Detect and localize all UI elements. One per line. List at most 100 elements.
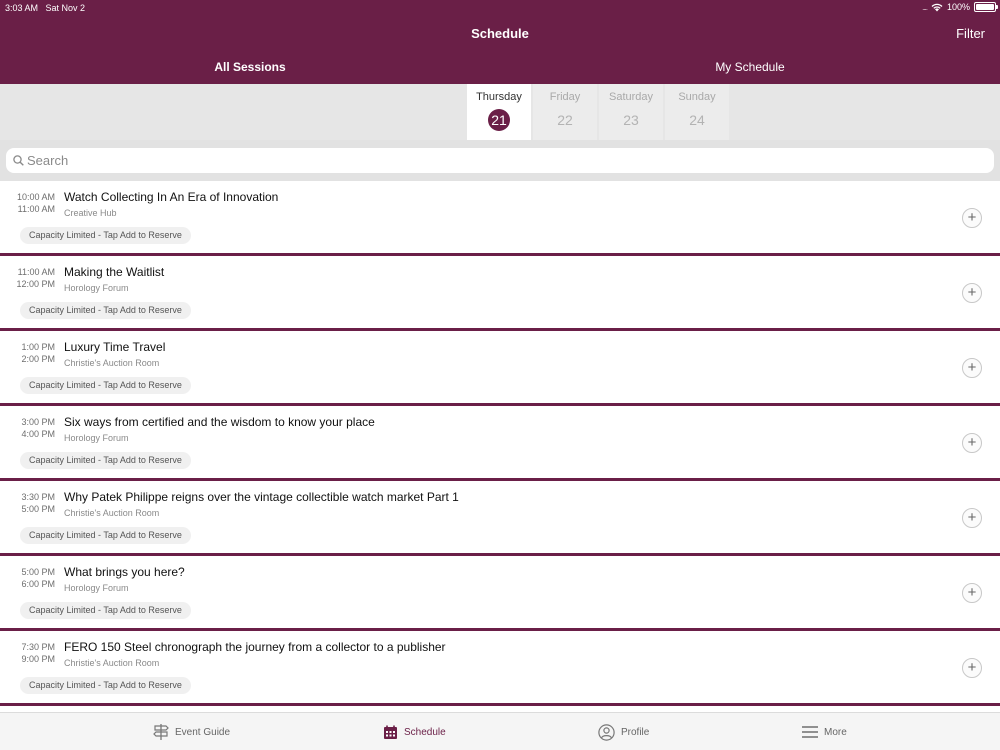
plus-icon: +: [967, 209, 977, 226]
search-icon: [13, 155, 24, 166]
search-bar: [0, 140, 1000, 181]
day-friday[interactable]: Friday 22: [533, 84, 597, 140]
tab-event-guide[interactable]: Event Guide: [153, 713, 230, 750]
tab-schedule[interactable]: Schedule: [383, 713, 446, 750]
status-clock: 3:03 AM: [5, 3, 39, 13]
add-session-button[interactable]: +: [962, 583, 982, 603]
tab-my-schedule[interactable]: My Schedule: [500, 60, 1000, 74]
session-row[interactable]: 3:00 PM 4:00 PM Six ways from certified …: [0, 406, 1000, 481]
wifi-icon: [931, 3, 943, 11]
day-name: Saturday: [608, 91, 654, 103]
session-start-time: 3:00 PM: [21, 417, 55, 427]
filter-button[interactable]: Filter: [956, 26, 985, 41]
status-bar: 3:03 AM Sat Nov 2 .... 100%: [0, 0, 1000, 16]
page-title: Schedule: [471, 26, 529, 41]
session-start-time: 5:00 PM: [21, 567, 55, 577]
session-start-time: 7:30 PM: [21, 642, 55, 652]
session-end-time: 11:00 AM: [17, 204, 55, 214]
capacity-badge: Capacity Limited - Tap Add to Reserve: [20, 227, 191, 244]
plus-icon: +: [967, 359, 977, 376]
session-end-time: 6:00 PM: [21, 579, 55, 589]
add-session-button[interactable]: +: [962, 658, 982, 678]
plus-icon: +: [967, 584, 977, 601]
plus-icon: +: [967, 284, 977, 301]
session-title: Luxury Time Travel: [64, 340, 166, 354]
status-time: 3:03 AM Sat Nov 2: [5, 3, 85, 13]
session-end-time: 9:00 PM: [21, 654, 55, 664]
session-title: FERO 150 Steel chronograph the journey f…: [64, 640, 446, 654]
calendar-icon: [384, 725, 397, 739]
day-thursday[interactable]: Thursday 21: [467, 84, 531, 140]
session-end-time: 12:00 PM: [16, 279, 55, 289]
session-end-time: 2:00 PM: [21, 354, 55, 364]
session-row[interactable]: 5:00 PM 6:00 PM What brings you here? Ho…: [0, 556, 1000, 631]
session-start-time: 11:00 AM: [17, 267, 55, 277]
battery-percent: 100%: [946, 2, 970, 12]
session-row[interactable]: 1:00 PM 2:00 PM Luxury Time Travel Chris…: [0, 331, 1000, 406]
signal-icon: ....: [922, 2, 928, 12]
session-title: Six ways from certified and the wisdom t…: [64, 415, 375, 429]
capacity-badge: Capacity Limited - Tap Add to Reserve: [20, 602, 191, 619]
plus-icon: +: [967, 434, 977, 451]
add-session-button[interactable]: +: [962, 283, 982, 303]
tab-all-sessions[interactable]: All Sessions: [0, 60, 500, 74]
day-sunday[interactable]: Sunday 24: [665, 84, 729, 140]
session-list: 10:00 AM 11:00 AM Watch Collecting In An…: [0, 181, 1000, 706]
search-input[interactable]: [27, 150, 977, 171]
session-row[interactable]: 10:00 AM 11:00 AM Watch Collecting In An…: [0, 181, 1000, 256]
capacity-badge: Capacity Limited - Tap Add to Reserve: [20, 302, 191, 319]
day-selector: Thursday 21 Friday 22 Saturday 23 Sunday…: [0, 84, 1000, 140]
session-start-time: 3:30 PM: [21, 492, 55, 502]
capacity-badge: Capacity Limited - Tap Add to Reserve: [20, 452, 191, 469]
session-room: Creative Hub: [64, 208, 117, 218]
add-session-button[interactable]: +: [962, 358, 982, 378]
session-room: Christie's Auction Room: [64, 358, 160, 368]
add-session-button[interactable]: +: [962, 508, 982, 528]
session-row[interactable]: 7:30 PM 9:00 PM FERO 150 Steel chronogra…: [0, 631, 1000, 706]
day-name: Thursday: [476, 91, 522, 103]
plus-icon: +: [967, 509, 977, 526]
tab-label: Event Guide: [175, 726, 231, 738]
tab-profile[interactable]: Profile: [598, 713, 649, 750]
session-title: Watch Collecting In An Era of Innovation: [64, 190, 279, 204]
add-session-button[interactable]: +: [962, 433, 982, 453]
capacity-badge: Capacity Limited - Tap Add to Reserve: [20, 527, 191, 544]
tab-label: Profile: [621, 726, 650, 738]
day-number: 23: [623, 112, 639, 128]
session-room: Horology Forum: [64, 583, 129, 593]
session-start-time: 10:00 AM: [16, 192, 55, 202]
session-end-time: 4:00 PM: [21, 429, 55, 439]
day-saturday[interactable]: Saturday 23: [599, 84, 663, 140]
day-number: 24: [689, 112, 705, 128]
plus-icon: +: [967, 659, 977, 676]
day-name: Sunday: [678, 91, 716, 103]
session-room: Horology Forum: [64, 433, 129, 443]
session-title: What brings you here?: [64, 565, 185, 579]
tab-label: More: [824, 726, 847, 738]
search-box: [6, 148, 994, 173]
session-room: Christie's Auction Room: [64, 658, 160, 668]
bottom-tab-bar: Event Guide Schedule Profile More: [0, 712, 1000, 750]
session-row[interactable]: 11:00 AM 12:00 PM Making the Waitlist Ho…: [0, 256, 1000, 331]
capacity-badge: Capacity Limited - Tap Add to Reserve: [20, 377, 191, 394]
session-room: Horology Forum: [64, 283, 129, 293]
navigation-bar: 3:03 AM Sat Nov 2 .... 100% Schedule Fil…: [0, 0, 1000, 84]
signpost-icon: [153, 724, 169, 740]
capacity-badge: Capacity Limited - Tap Add to Reserve: [20, 677, 191, 694]
status-date: Sat Nov 2: [45, 3, 86, 13]
battery-icon: [974, 2, 998, 12]
tab-more[interactable]: More: [802, 713, 847, 750]
day-name: Friday: [549, 91, 581, 103]
tab-label: Schedule: [404, 726, 446, 738]
session-row[interactable]: 3:30 PM 5:00 PM Why Patek Philippe reign…: [0, 481, 1000, 556]
session-end-time: 5:00 PM: [21, 504, 55, 514]
session-start-time: 1:00 PM: [21, 342, 55, 352]
day-number: 22: [557, 112, 573, 128]
add-session-button[interactable]: +: [962, 208, 982, 228]
day-number: 21: [488, 109, 510, 131]
session-title: Why Patek Philippe reigns over the vinta…: [64, 490, 459, 504]
session-title: Making the Waitlist: [64, 265, 165, 279]
menu-icon: [802, 726, 818, 738]
profile-icon: [598, 723, 615, 741]
session-room: Christie's Auction Room: [64, 508, 160, 518]
